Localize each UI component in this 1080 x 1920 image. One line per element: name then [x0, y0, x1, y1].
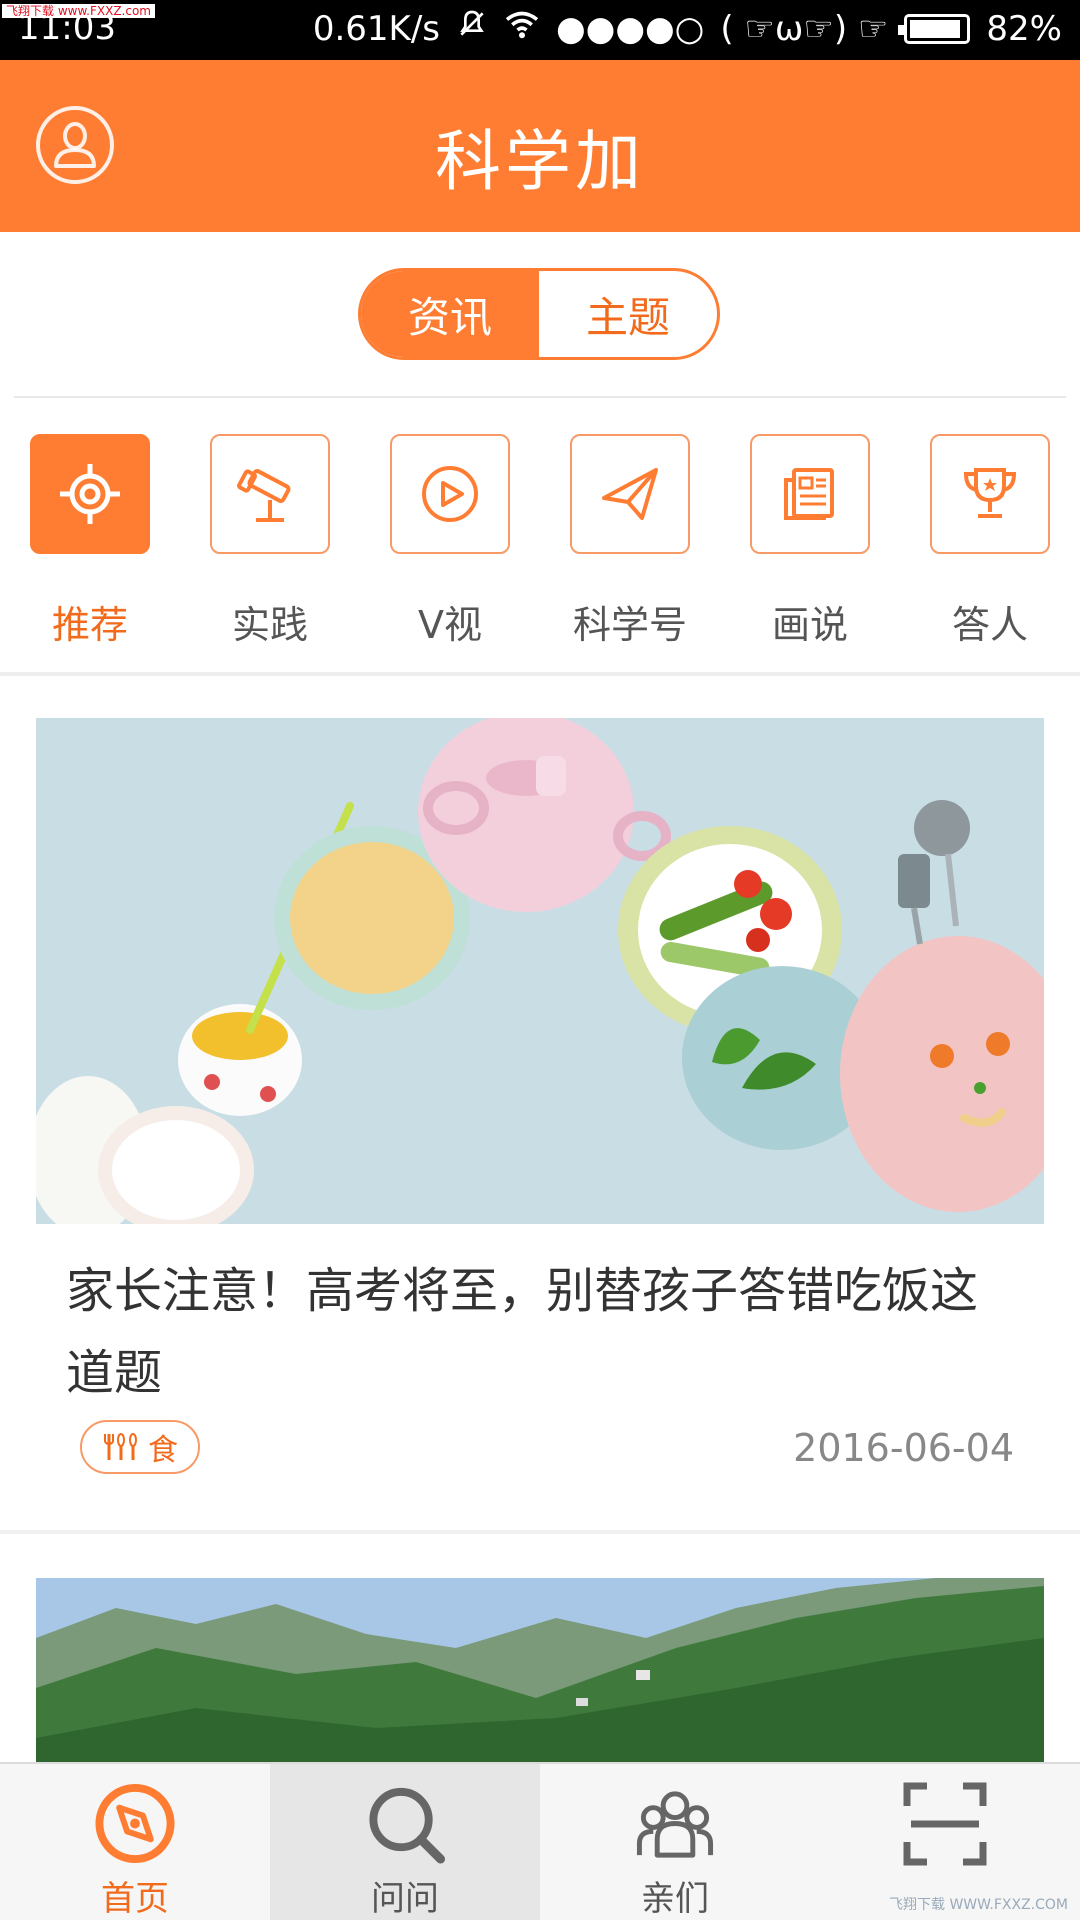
newspaper-icon — [784, 468, 834, 520]
nav-friends[interactable]: 亲们 — [540, 1764, 810, 1920]
category-label: 答人 — [951, 603, 1028, 647]
article-image[interactable] — [36, 718, 1044, 1224]
nav-label: 问问 — [371, 1879, 439, 1919]
battery-icon — [898, 13, 971, 44]
wifi-icon — [504, 8, 540, 49]
category-video[interactable]: V视 — [390, 434, 510, 654]
people-icon — [636, 1791, 714, 1858]
category-icon-box — [210, 434, 330, 554]
category-label: 实践 — [231, 603, 308, 647]
play-icon — [422, 466, 478, 522]
category-icon-box — [30, 434, 150, 554]
paper-plane-icon — [602, 468, 658, 520]
divider — [14, 396, 1066, 398]
category-practice[interactable]: 实践 — [210, 434, 330, 654]
mountain-photo — [36, 1578, 1044, 1764]
category-label: 推荐 — [51, 603, 128, 647]
article-tag[interactable]: 食 — [80, 1420, 200, 1474]
tab-news[interactable]: 资讯 — [361, 271, 539, 357]
article-title[interactable]: 家长注意！高考将至，别替孩子答错吃饭这道题 — [66, 1250, 1016, 1414]
nav-scan[interactable]: 飞翔下载 WWW.FXXZ.COM — [810, 1764, 1080, 1920]
category-recommend[interactable]: 推荐 — [30, 434, 150, 654]
tab-topics[interactable]: 主题 — [539, 271, 717, 357]
status-emoji: ( ☞ω☞) ☞ — [720, 8, 889, 49]
nav-label: 亲们 — [641, 1879, 709, 1919]
category-row: 推荐 实践 V视 科学号 画说 答人 — [0, 434, 1080, 654]
app-header: 科学加 — [0, 60, 1080, 232]
status-indicators: 0.61K/s ●●●●○ ( ☞ω☞) ☞ 82% — [313, 8, 1062, 49]
category-science-account[interactable]: 科学号 — [570, 434, 690, 654]
category-icon-box — [390, 434, 510, 554]
signal-dots: ●●●●○ — [556, 8, 705, 49]
food-photo — [36, 718, 1044, 1224]
status-bar: 11:03 飞翔下载 www.FXXZ.com 0.61K/s ●●●●○ ( … — [0, 0, 1080, 60]
footer-watermark: 飞翔下载 WWW.FXXZ.COM — [889, 1897, 1068, 1913]
category-answer-expert[interactable]: 答人 — [930, 434, 1050, 654]
compass-icon — [95, 1783, 175, 1864]
category-label: 画说 — [771, 603, 848, 647]
article-tag-label: 食 — [148, 1433, 178, 1468]
battery-percent: 82% — [986, 8, 1062, 49]
category-icon-box — [750, 434, 870, 554]
category-label: 科学号 — [572, 603, 687, 647]
nav-label: 首页 — [101, 1879, 169, 1919]
scan-icon — [903, 1782, 987, 1866]
bottom-nav: 首页 问问 亲们 飞翔下载 WWW.FXXZ.COM — [0, 1762, 1080, 1920]
nav-ask[interactable]: 问问 — [270, 1764, 540, 1920]
category-picture-talk[interactable]: 画说 — [750, 434, 870, 654]
article-image[interactable] — [36, 1578, 1044, 1764]
search-icon — [369, 1787, 446, 1864]
nav-home[interactable]: 首页 — [0, 1764, 270, 1920]
status-watermark: 飞翔下载 www.FXXZ.com — [2, 4, 155, 18]
segmented-control: 资讯 主题 — [358, 268, 720, 360]
category-icon-box — [930, 434, 1050, 554]
divider — [0, 1530, 1080, 1534]
trophy-icon — [963, 468, 1017, 518]
app-title: 科学加 — [435, 123, 645, 200]
target-icon — [60, 464, 120, 524]
telescope-icon — [237, 469, 291, 522]
divider — [0, 672, 1080, 676]
mute-icon — [456, 8, 488, 49]
net-speed: 0.61K/s — [312, 8, 441, 49]
utensils-icon — [104, 1433, 137, 1460]
category-label: V视 — [418, 603, 482, 647]
category-icon-box — [570, 434, 690, 554]
article-date: 2016-06-04 — [793, 1426, 1014, 1470]
